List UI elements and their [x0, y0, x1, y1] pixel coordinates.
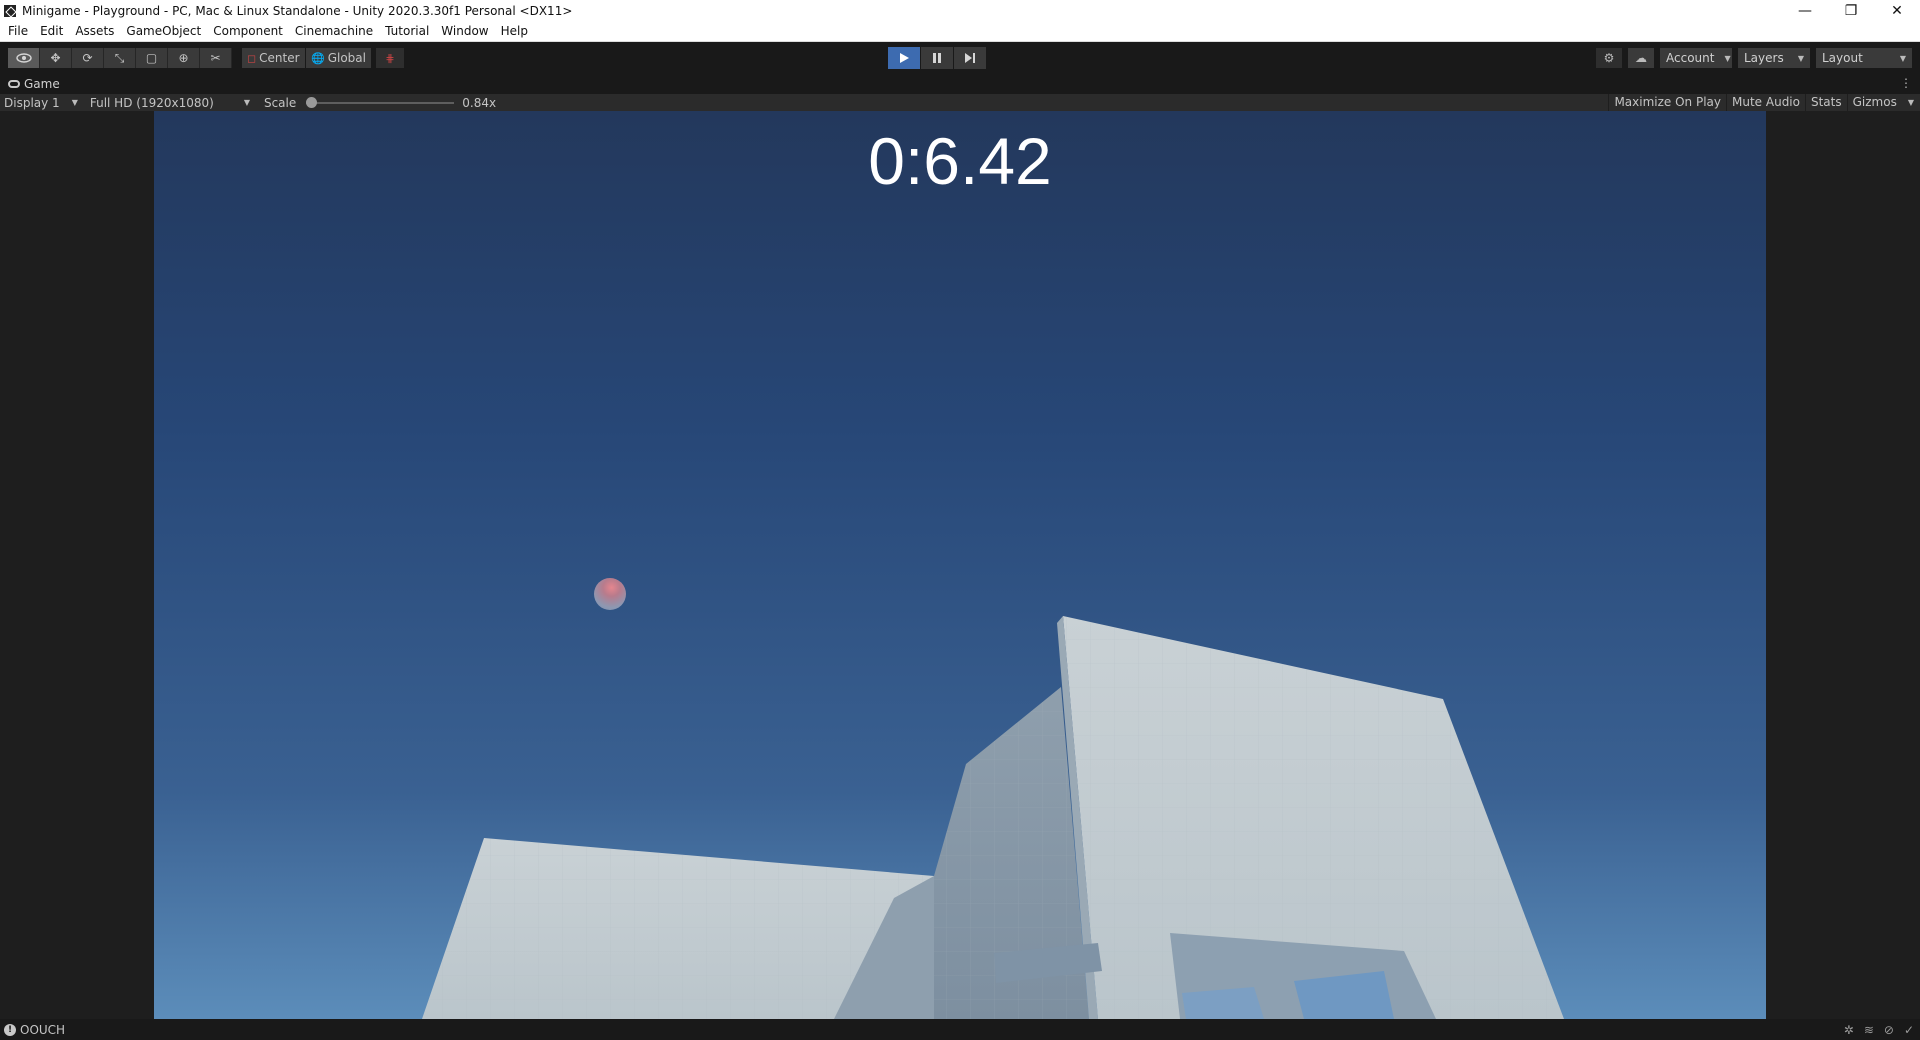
main-toolbar: ✥ ⟳ ⤡ ▢ ⊕ ✂ ◻ Center 🌐 Global ⋕ ⚙ ☁ Acco… [0, 42, 1920, 74]
more-options-icon[interactable]: ⋮ [1900, 76, 1912, 90]
custom-tools-icon: ✂ [210, 51, 221, 65]
layout-label: Layout [1822, 51, 1863, 65]
play-icon [900, 53, 909, 63]
game-viewport[interactable]: 0:6.42 [154, 111, 1766, 1019]
menu-edit[interactable]: Edit [34, 21, 69, 42]
unity-logo-icon [4, 4, 16, 17]
restore-button[interactable]: ❐ [1828, 0, 1874, 21]
transform-tool-button[interactable]: ⊕ [168, 48, 200, 68]
status-icons: ✲ ≋ ⊘ ✓ [1844, 1019, 1914, 1040]
chevron-down-icon: ▼ [1724, 53, 1731, 63]
scale-slider[interactable] [306, 96, 455, 108]
play-button[interactable] [888, 47, 920, 69]
scale-tool-button[interactable]: ⤡ [104, 48, 136, 68]
window-title: Minigame - Playground - PC, Mac & Linux … [22, 3, 573, 18]
game-area: 0:6.42 [0, 111, 1920, 1019]
game-tab-bar: Game ⋮ [0, 74, 1920, 94]
debug-icon[interactable]: ✲ [1844, 1023, 1854, 1037]
step-icon [965, 53, 975, 63]
menu-file[interactable]: File [2, 21, 34, 42]
scale-value: 0.84x [462, 95, 497, 110]
gamepad-icon [8, 80, 20, 88]
view-tool-button[interactable] [8, 48, 40, 68]
minimize-button[interactable]: — [1782, 0, 1828, 21]
resolution-label: Full HD (1920x1080) [89, 95, 214, 110]
transform-icon: ⊕ [178, 51, 189, 65]
chevron-down-icon: ▼ [243, 98, 250, 107]
pivot-rotation-button[interactable]: 🌐 Global [306, 48, 371, 68]
layout-dropdown[interactable]: Layout ▼ [1816, 48, 1912, 68]
close-button[interactable]: ✕ [1874, 0, 1920, 21]
chevron-down-icon: ▼ [1899, 53, 1906, 63]
gizmos-dropdown-icon[interactable]: ▼ [1902, 98, 1920, 107]
title-bar: Minigame - Playground - PC, Mac & Linux … [0, 0, 1920, 21]
menu-assets[interactable]: Assets [69, 21, 120, 42]
menu-cinemachine[interactable]: Cinemachine [289, 21, 379, 42]
window-controls: — ❐ ✕ [1782, 0, 1920, 21]
scale-label: Scale [263, 95, 297, 110]
play-controls [888, 47, 986, 69]
menu-tutorial[interactable]: Tutorial [379, 21, 435, 42]
pivot-mode-button[interactable]: ◻ Center [242, 48, 305, 68]
rect-icon: ▢ [145, 51, 158, 65]
game-bar-toggles: Maximize On Play Mute Audio Stats Gizmos… [1608, 94, 1920, 111]
chevron-down-icon: ▼ [71, 98, 78, 107]
scene-render [422, 616, 1564, 1019]
toolbar-right: ⚙ ☁ Account ▼ Layers ▼ Layout ▼ [1596, 48, 1912, 68]
account-label: Account [1666, 51, 1715, 65]
grid-snap-icon: ⋕ [385, 51, 395, 65]
cloud-icon: ☁ [1635, 51, 1647, 65]
globe-icon: 🌐 [311, 51, 325, 65]
display-dropdown[interactable]: Display 1 ▼ [0, 94, 82, 111]
gizmos-toggle[interactable]: Gizmos [1846, 94, 1902, 111]
menu-help[interactable]: Help [495, 21, 534, 42]
resolution-dropdown[interactable]: Full HD (1920x1080) ▼ [86, 94, 254, 111]
collab-icon: ⚙ [1603, 51, 1615, 65]
game-control-bar: Display 1 ▼ Full HD (1920x1080) ▼ Scale 0.… [0, 94, 1920, 111]
timer-display: 0:6.42 [868, 124, 1052, 198]
pivot-center-icon: ◻ [247, 51, 257, 65]
rect-tool-button[interactable]: ▢ [136, 48, 168, 68]
move-tool-button[interactable]: ✥ [40, 48, 72, 68]
grid-snap-button[interactable]: ⋕ [376, 48, 404, 68]
display-label: Display 1 [4, 95, 60, 110]
layers-dropdown[interactable]: Layers ▼ [1738, 48, 1810, 68]
scale-control: Scale 0.84x [264, 96, 496, 110]
status-bar: ! OOUCH ✲ ≋ ⊘ ✓ [0, 1019, 1920, 1040]
pause-button[interactable] [921, 47, 953, 69]
transform-tools: ✥ ⟳ ⤡ ▢ ⊕ ✂ [8, 48, 232, 68]
maximize-on-play-toggle[interactable]: Maximize On Play [1608, 94, 1726, 111]
tab-game-label: Game [24, 77, 60, 91]
pivot-mode-label: Center [259, 51, 300, 65]
custom-tool-button[interactable]: ✂ [200, 48, 232, 68]
status-message: OOUCH [20, 1022, 66, 1037]
pause-icon [933, 53, 941, 63]
step-button[interactable] [954, 47, 986, 69]
menu-bar: File Edit Assets GameObject Component Ci… [0, 21, 1920, 42]
eye-icon [15, 53, 32, 63]
scale-icon: ⤡ [114, 50, 125, 65]
mute-audio-toggle[interactable]: Mute Audio [1726, 94, 1805, 111]
layers-label: Layers [1744, 51, 1784, 65]
collab-button[interactable]: ⚙ [1596, 48, 1622, 68]
move-icon: ✥ [50, 51, 61, 65]
cloud-button[interactable]: ☁ [1628, 48, 1654, 68]
tab-game[interactable]: Game [0, 77, 60, 91]
scale-slider-handle[interactable] [306, 96, 318, 108]
console-status[interactable]: ! OOUCH [0, 1023, 65, 1037]
check-icon[interactable]: ✓ [1904, 1023, 1914, 1037]
player-ball [594, 578, 626, 610]
rotate-tool-button[interactable]: ⟳ [72, 48, 104, 68]
info-icon: ! [4, 1023, 16, 1036]
cache-icon[interactable]: ⊘ [1884, 1023, 1894, 1037]
menu-component[interactable]: Component [207, 21, 289, 42]
rotate-icon: ⟳ [82, 51, 93, 65]
menu-gameobject[interactable]: GameObject [120, 21, 207, 42]
account-dropdown[interactable]: Account ▼ [1660, 48, 1732, 68]
menu-window[interactable]: Window [435, 21, 494, 42]
chevron-down-icon: ▼ [1797, 53, 1804, 63]
progress-icon[interactable]: ≋ [1864, 1023, 1874, 1037]
pivot-rotation-label: Global [327, 51, 366, 65]
stats-toggle[interactable]: Stats [1804, 94, 1847, 111]
